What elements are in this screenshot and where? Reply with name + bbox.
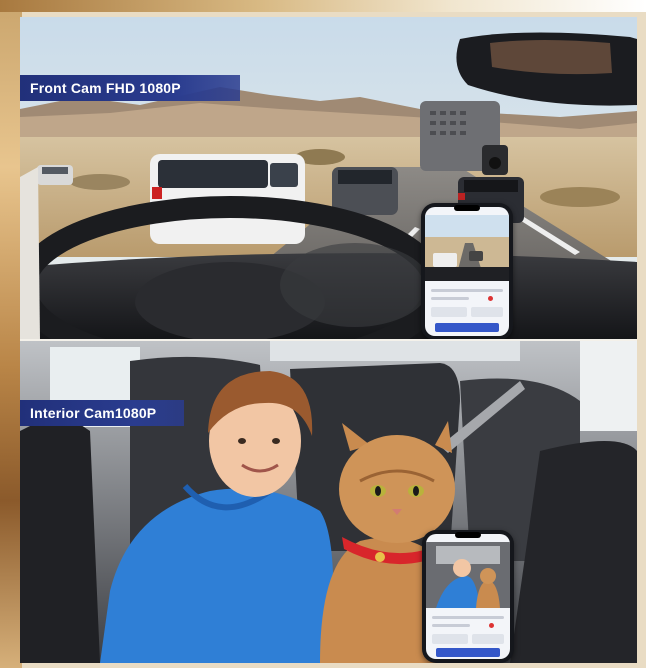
smartphone-icon [422,530,514,663]
front-cam-label: Front Cam FHD 1080P [20,75,240,101]
left-edge-background [0,0,22,668]
interior-camera-panel: Interior Cam1080P [20,341,637,663]
interior-car-scene [20,341,637,663]
top-edge-background [0,0,646,12]
interior-cam-label: Interior Cam1080P [20,400,184,426]
phone-interior-preview [426,542,510,608]
front-camera-panel: Front Cam FHD 1080P [20,17,637,340]
front-road-scene [20,17,637,340]
smartphone-icon [421,203,513,340]
phone-screen [425,207,509,336]
phone-front-preview [425,215,509,281]
phone-screen [426,534,510,659]
